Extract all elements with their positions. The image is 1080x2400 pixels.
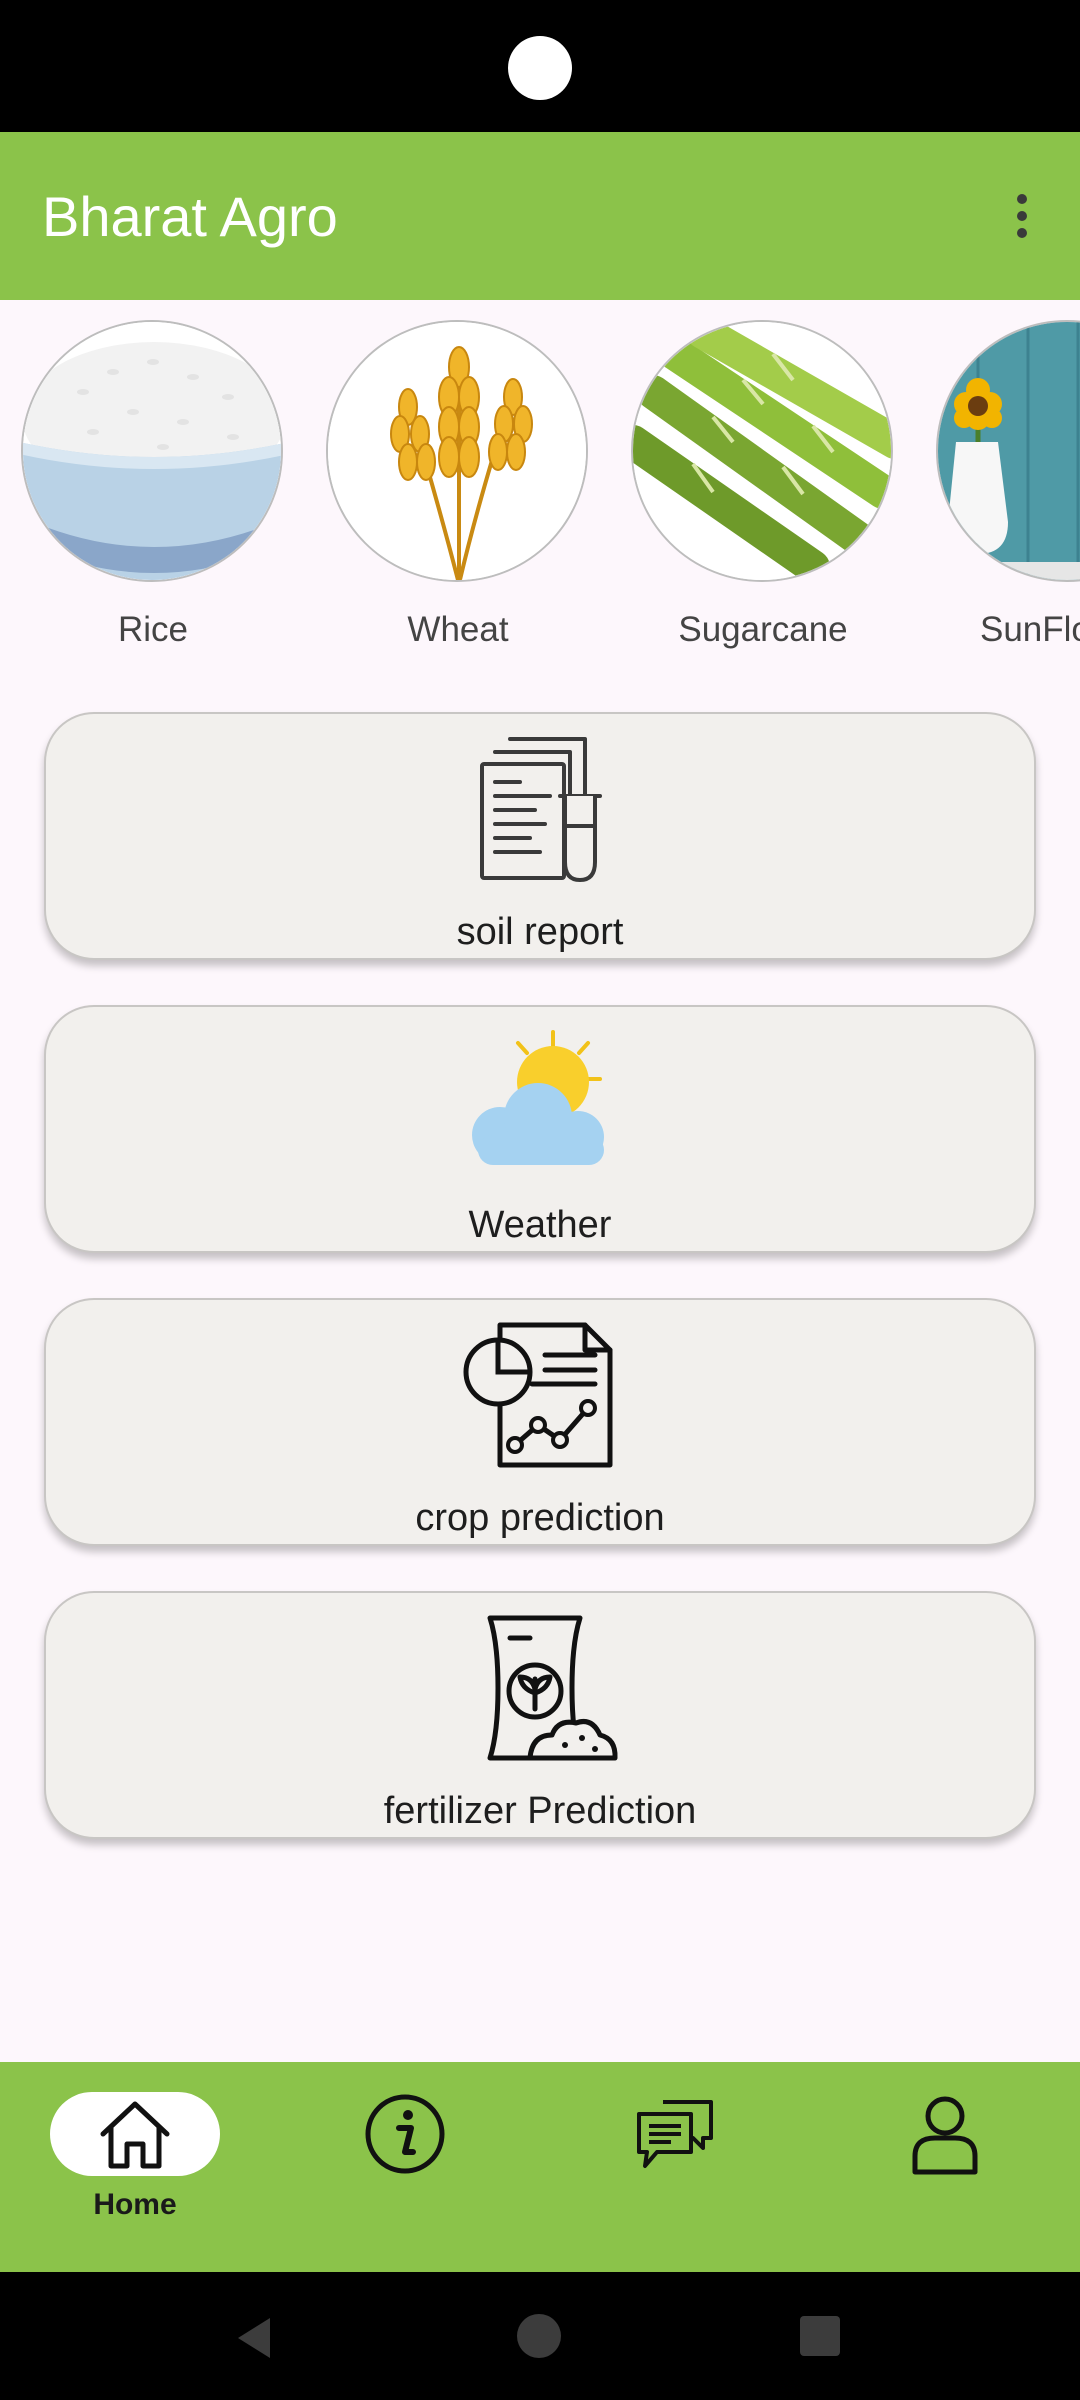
card-label: crop prediction (415, 1497, 665, 1539)
app-title: Bharat Agro (42, 185, 338, 248)
app-bar: Bharat Agro (0, 132, 1080, 300)
back-icon[interactable] (234, 2316, 274, 2360)
bottom-navigation: Home (0, 2062, 1080, 2272)
nav-profile[interactable] (860, 2092, 1030, 2242)
crop-item-wheat[interactable]: Wheat (326, 320, 590, 650)
crop-label: Rice (117, 610, 189, 649)
crop-label: SunFlo (980, 610, 1080, 649)
chat-icon (637, 2100, 713, 2168)
nav-chat[interactable] (590, 2092, 760, 2242)
crop-prediction-icon (463, 1322, 613, 1468)
card-label: soil report (456, 911, 624, 953)
soil-report-card[interactable]: soil report (44, 712, 1036, 960)
fertilizer-prediction-card[interactable]: fertilizer Prediction (44, 1591, 1036, 1839)
sunflower-image (936, 320, 1080, 582)
sugarcane-image (631, 320, 893, 582)
info-icon (365, 2094, 445, 2174)
camera-cutout (508, 36, 572, 100)
crop-item-sunflower[interactable]: SunFlo (936, 320, 1080, 650)
recents-icon[interactable] (800, 2316, 840, 2356)
profile-icon (912, 2096, 978, 2175)
main-content: Rice Wheat Sugarcane SunFlo soil report … (0, 300, 1080, 2062)
crop-item-rice[interactable]: Rice (21, 320, 285, 650)
weather-card[interactable]: Weather (44, 1005, 1036, 1253)
card-label: Weather (468, 1204, 612, 1246)
home-button-icon[interactable] (517, 2314, 561, 2358)
crop-carousel[interactable]: Rice Wheat Sugarcane SunFlo (0, 320, 1080, 660)
home-icon (100, 2101, 170, 2169)
soil-report-icon (480, 737, 602, 882)
crop-label: Sugarcane (678, 610, 848, 649)
fertilizer-icon (487, 1615, 618, 1761)
nav-home[interactable]: Home (50, 2092, 220, 2242)
weather-icon (472, 1030, 604, 1165)
crop-label: Wheat (407, 610, 509, 649)
system-navigation-bar (0, 2272, 1080, 2400)
nav-info[interactable] (320, 2092, 490, 2242)
more-vert-icon[interactable] (1004, 188, 1040, 244)
card-label: fertilizer Prediction (383, 1790, 697, 1832)
crop-item-sugarcane[interactable]: Sugarcane (631, 320, 895, 650)
wheat-image (326, 320, 588, 582)
nav-label: Home (93, 2188, 177, 2221)
rice-bowl-image (21, 320, 283, 582)
status-bar (0, 0, 1080, 132)
crop-prediction-card[interactable]: crop prediction (44, 1298, 1036, 1546)
